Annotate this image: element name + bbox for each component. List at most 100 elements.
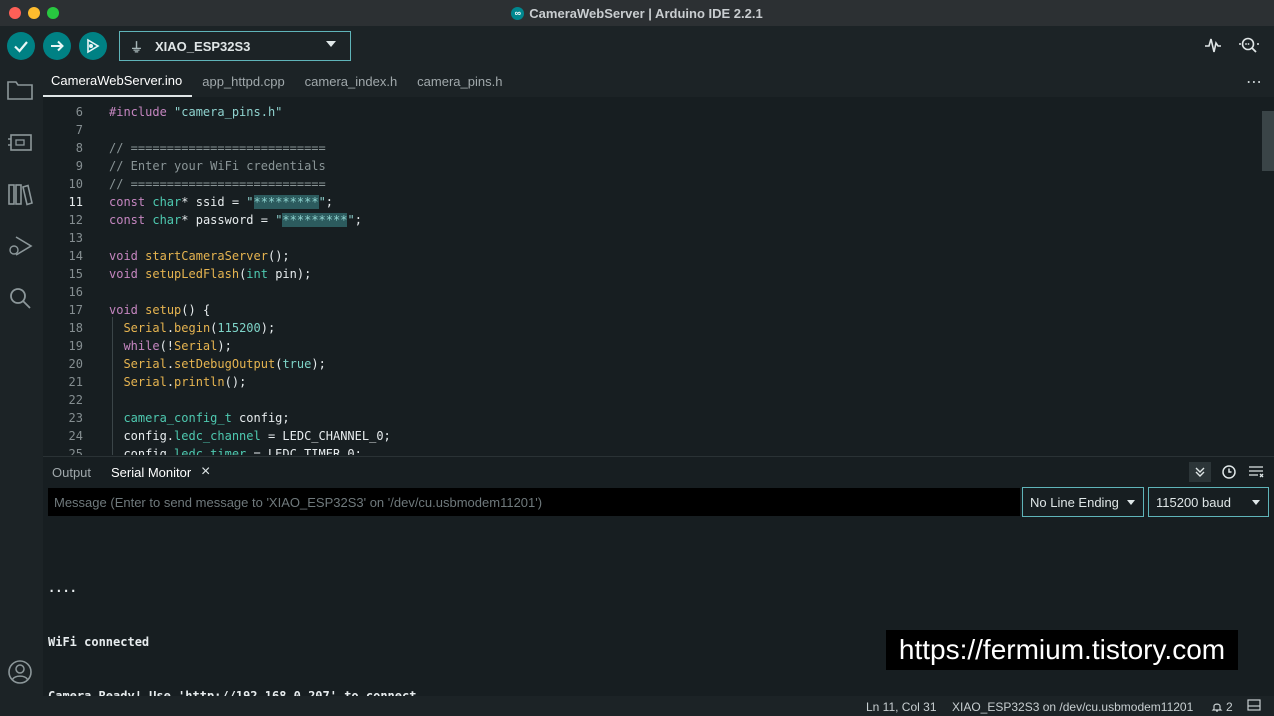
line-number: 10 [68, 177, 83, 191]
code-line: // =========================== [109, 141, 326, 155]
baud-rate-select[interactable]: 115200 baud [1148, 487, 1269, 517]
code-line: config.ledc_timer = LEDC_TIMER_0; [109, 447, 362, 455]
board-port-status[interactable]: XIAO_ESP32S3 on /dev/cu.usbmodem11201 [952, 700, 1193, 714]
chevron-down-icon [1252, 500, 1260, 505]
tab-label: camera_index.h [304, 74, 398, 89]
line-number: 15 [68, 267, 83, 281]
code-line: #include "camera_pins.h" [109, 105, 283, 119]
line-ending-value: No Line Ending [1030, 495, 1119, 510]
cursor-position[interactable]: Ln 11, Col 31 [866, 700, 937, 714]
notification-count: 2 [1226, 700, 1233, 714]
notifications-button[interactable]: 2 [1211, 700, 1233, 714]
editor-tabs: CameraWebServer.ino app_httpd.cpp camera… [43, 66, 1274, 97]
line-number: 17 [68, 303, 83, 317]
code-line: Serial.println(); [123, 375, 247, 389]
clear-output-icon [1249, 466, 1264, 478]
baud-rate-value: 115200 baud [1156, 495, 1231, 510]
serial-message-input[interactable]: Message (Enter to send message to 'XIAO_… [48, 488, 1020, 516]
serial-output-line: .... [48, 581, 77, 595]
folder-icon [7, 81, 33, 100]
line-number: 13 [68, 231, 83, 245]
debug-icon [9, 236, 33, 256]
line-number: 22 [68, 393, 83, 407]
debug-button[interactable] [79, 32, 107, 60]
account-icon [8, 660, 32, 684]
more-tabs-button[interactable]: ⋯ [1246, 72, 1262, 92]
debug-icon [87, 38, 100, 54]
tab-serial-monitor[interactable]: Serial Monitor [111, 465, 191, 480]
search-button[interactable] [6, 284, 34, 312]
upload-button[interactable] [43, 32, 71, 60]
line-ending-select[interactable]: No Line Ending [1022, 487, 1144, 517]
tab-output[interactable]: Output [52, 465, 91, 480]
board-icon [8, 134, 32, 151]
line-number: 8 [75, 141, 83, 155]
tab-camera-index-h[interactable]: camera_index.h [295, 66, 408, 97]
line-number: 18 [68, 321, 83, 335]
library-manager-button[interactable] [6, 180, 34, 208]
verify-button[interactable] [7, 32, 35, 60]
status-bar: Ln 11, Col 31 XIAO_ESP32S3 on /dev/cu.us… [0, 696, 1274, 716]
code-editor[interactable]: 6 #include "camera_pins.h" 7 8 // ==========… [43, 97, 1274, 455]
window-title: CameraWebServer | Arduino IDE 2.2.1 [529, 5, 763, 21]
line-number: 20 [68, 357, 83, 371]
serial-output: .... WiFi connected Camera Ready! Use 'h… [48, 543, 416, 716]
check-icon [14, 41, 28, 53]
code-line: // =========================== [109, 177, 326, 191]
code-line: while(!Serial); [123, 339, 232, 353]
board-name: XIAO_ESP32S3 [155, 38, 251, 54]
debug-view-button[interactable] [6, 232, 34, 260]
arduino-ide-window: ∞ CameraWebServer | Arduino IDE 2.2.1 ⏚ … [0, 0, 1274, 716]
code-line: void setupLedFlash(int pin); [109, 267, 312, 281]
bell-icon [1211, 703, 1223, 712]
bottom-panel-header: Output Serial Monitor × [43, 456, 1274, 486]
board-selector[interactable]: ⏚ XIAO_ESP32S3 [119, 31, 351, 61]
autoscroll-toggle[interactable] [1189, 462, 1211, 482]
boards-manager-button[interactable] [6, 128, 34, 156]
line-number: 6 [75, 105, 83, 119]
serial-plotter-button[interactable] [1204, 36, 1222, 59]
serial-monitor-icon [1239, 37, 1259, 53]
serial-plotter-icon [1205, 38, 1221, 53]
line-number: 24 [68, 429, 83, 443]
tab-label: app_httpd.cpp [202, 74, 285, 89]
line-number: 7 [75, 123, 83, 137]
close-icon[interactable]: × [201, 463, 210, 481]
close-window-button[interactable] [9, 7, 21, 19]
line-number: 12 [68, 213, 83, 227]
serial-output-line: WiFi connected [48, 635, 150, 649]
editor-scrollbar[interactable] [1262, 111, 1274, 171]
tab-label: camera_pins.h [417, 74, 503, 89]
chevron-down-icon [1127, 500, 1135, 505]
code-line: // Enter your WiFi credentials [109, 159, 326, 173]
line-number: 23 [68, 411, 83, 425]
line-number: 19 [68, 339, 83, 353]
arduino-app-icon: ∞ [511, 6, 525, 20]
library-icon [8, 184, 33, 206]
timestamp-toggle[interactable] [1221, 464, 1237, 485]
code-line: camera_config_t config; [123, 411, 290, 425]
usb-icon: ⏚ [130, 39, 144, 55]
chevron-double-down-icon [1195, 467, 1205, 477]
activity-bar [0, 66, 43, 696]
clear-output-button[interactable] [1248, 465, 1264, 484]
search-icon [10, 288, 31, 309]
sketchbook-button[interactable] [6, 76, 34, 104]
tab-camera-pins-h[interactable]: camera_pins.h [407, 66, 512, 97]
serial-monitor-button[interactable] [1238, 36, 1260, 59]
code-line: void setup() { [109, 303, 211, 317]
tab-camerawebserver-ino[interactable]: CameraWebServer.ino [43, 66, 193, 97]
code-line: const char* ssid = "*********"; [109, 195, 334, 209]
line-number: 21 [68, 375, 83, 389]
panel-layout-icon [1247, 699, 1261, 711]
code-line: void startCameraServer(); [109, 249, 290, 263]
toggle-panel-button[interactable] [1247, 699, 1261, 714]
line-number: 16 [68, 285, 83, 299]
account-button[interactable] [6, 658, 34, 686]
minimize-window-button[interactable] [28, 7, 40, 19]
message-placeholder: Message (Enter to send message to 'XIAO_… [54, 495, 543, 510]
tab-app-httpd-cpp[interactable]: app_httpd.cpp [192, 66, 294, 97]
clock-icon [1222, 465, 1236, 479]
title-bar: ∞ CameraWebServer | Arduino IDE 2.2.1 [0, 0, 1274, 26]
maximize-window-button[interactable] [47, 7, 59, 19]
